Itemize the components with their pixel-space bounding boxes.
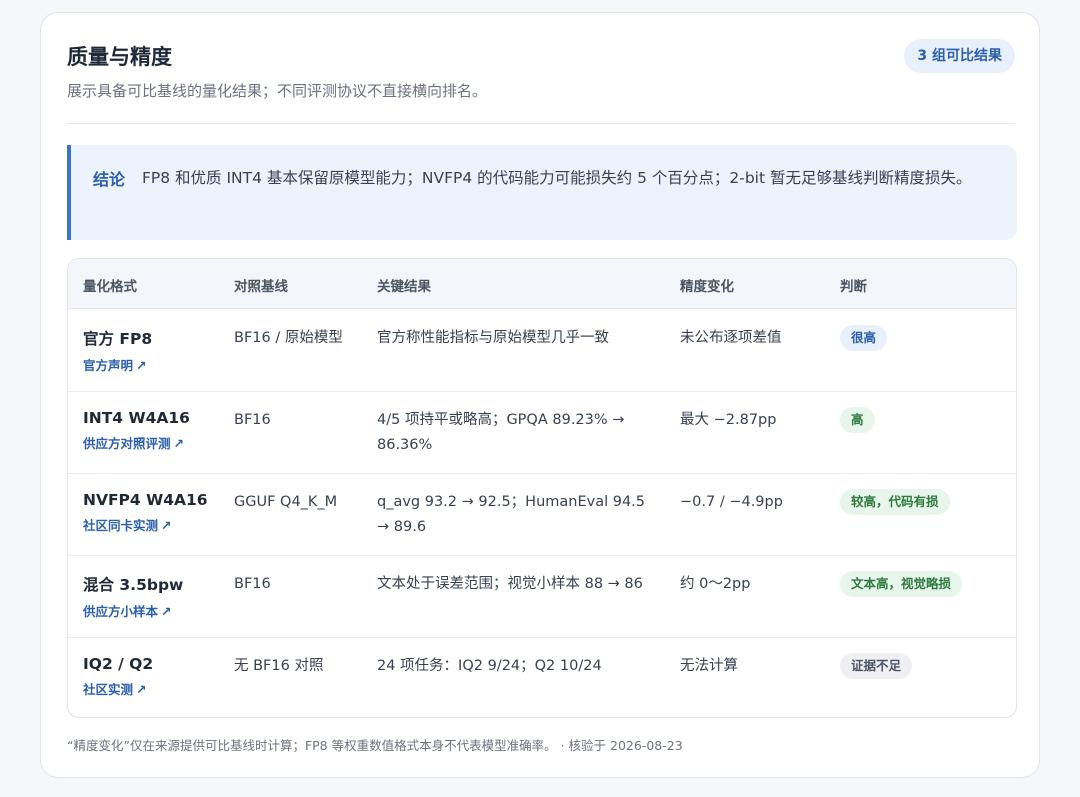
format-name: INT4 W4A16 [83, 409, 190, 427]
result-cell: q_avg 93.2 → 92.5；HumanEval 94.5 → 89.6 [377, 494, 646, 535]
verdict-cell: 高 [840, 407, 875, 433]
verdict-cell: 较高，代码有损 [840, 489, 950, 515]
result-count-badge: 3 组可比结果 [904, 39, 1015, 73]
baseline-cell: BF16 [234, 576, 271, 592]
table-row: NVFP4 W4A16 社区同卡实测 ↗ GGUF Q4_K_M q_avg 93.2 … [68, 473, 1016, 556]
format-cell: INT4 W4A16 供应方对照评测 ↗ [83, 409, 190, 452]
baseline-cell: BF16 / 原始模型 [234, 330, 343, 346]
format-cell: 混合 3.5bpw 供应方小样本 ↗ [83, 573, 183, 620]
source-link-label: 供应方对照评测 [83, 436, 171, 451]
source-link[interactable]: 供应方小样本 ↗ [83, 601, 183, 620]
header-baseline: 对照基线 [234, 279, 288, 295]
verdict-badge: 证据不足 [840, 653, 913, 679]
header-result: 关键结果 [377, 279, 431, 295]
source-link[interactable]: 社区同卡实测 ↗ [83, 515, 208, 534]
source-link[interactable]: 官方声明 ↗ [83, 355, 152, 374]
format-name: 官方 FP8 [83, 330, 153, 348]
table-header: 量化格式 对照基线 关键结果 精度变化 判断 [68, 259, 1016, 309]
table-row: INT4 W4A16 供应方对照评测 ↗ BF16 4/5 项持平或略高；GPQA 89… [68, 391, 1016, 474]
verdict-badge: 高 [840, 407, 875, 433]
source-link-label: 社区同卡实测 [83, 518, 159, 533]
change-cell: 无法计算 [680, 658, 738, 674]
source-link-label: 供应方小样本 [83, 604, 159, 619]
format-cell: 官方 FP8 官方声明 ↗ [83, 327, 152, 374]
change-cell: −0.7 / −4.9pp [680, 494, 783, 510]
change-cell: 未公布逐项差值 [680, 330, 782, 346]
external-link-icon: ↗ [161, 604, 172, 619]
change-cell: 约 0～2pp [680, 576, 751, 592]
format-name: 混合 3.5bpw [83, 576, 184, 594]
result-cell: 24 项任务：IQ2 9/24；Q2 10/24 [377, 658, 602, 674]
verdict-badge: 很高 [840, 325, 888, 351]
conclusion-callout: 结论 FP8 和优质 INT4 基本保留原模型能力；NVFP4 的代码能力可能损… [67, 145, 1017, 240]
footnote: “精度变化”仅在来源提供可比基线时计算；FP8 等权重数值格式本身不代表模型准确… [67, 738, 683, 753]
header-verdict: 判断 [840, 279, 867, 295]
table-row: IQ2 / Q2 社区实测 ↗ 无 BF16 对照 24 项任务：IQ2 9/24；Q2… [68, 637, 1016, 717]
result-cell: 4/5 项持平或略高；GPQA 89.23% → 86.36% [377, 412, 625, 453]
verdict-cell: 文本高，视觉略损 [840, 571, 963, 597]
external-link-icon: ↗ [161, 518, 172, 533]
source-link[interactable]: 供应方对照评测 ↗ [83, 433, 190, 452]
baseline-cell: BF16 [234, 412, 271, 428]
format-name: NVFP4 W4A16 [83, 491, 208, 509]
external-link-icon: ↗ [136, 358, 147, 373]
external-link-icon: ↗ [136, 682, 147, 697]
header-format: 量化格式 [83, 279, 137, 295]
table-row: 混合 3.5bpw 供应方小样本 ↗ BF16 文本处于误差范围；视觉小样本 88 → … [68, 555, 1016, 638]
table-row: 官方 FP8 官方声明 ↗ BF16 / 原始模型 官方称性能指标与原始模型几乎一致 未公… [68, 309, 1016, 392]
conclusion-label: 结论 [93, 170, 126, 189]
conclusion-text: FP8 和优质 INT4 基本保留原模型能力；NVFP4 的代码能力可能损失约 … [142, 169, 972, 187]
card-subtitle: 展示具备可比基线的量化结果；不同评测协议不直接横向排名。 [67, 82, 488, 100]
card-title: 质量与精度 [67, 45, 172, 69]
header-divider [67, 123, 1015, 124]
results-table: 量化格式 对照基线 关键结果 精度变化 判断 官方 FP8 官方声明 ↗ BF16 /… [67, 258, 1017, 718]
source-link-label: 社区实测 [83, 682, 134, 697]
verdict-cell: 很高 [840, 325, 888, 351]
source-link-label: 官方声明 [83, 358, 134, 373]
source-link[interactable]: 社区实测 ↗ [83, 679, 153, 698]
change-cell: 最大 −2.87pp [680, 412, 777, 428]
format-cell: NVFP4 W4A16 社区同卡实测 ↗ [83, 491, 208, 534]
verdict-cell: 证据不足 [840, 653, 913, 679]
baseline-cell: GGUF Q4_K_M [234, 494, 338, 510]
quality-precision-card: 质量与精度 展示具备可比基线的量化结果；不同评测协议不直接横向排名。 3 组可比… [40, 12, 1040, 778]
result-cell: 官方称性能指标与原始模型几乎一致 [377, 330, 609, 346]
format-cell: IQ2 / Q2 社区实测 ↗ [83, 655, 153, 698]
header-change: 精度变化 [680, 279, 734, 295]
verdict-badge: 较高，代码有损 [840, 489, 950, 515]
external-link-icon: ↗ [173, 436, 184, 451]
baseline-cell: 无 BF16 对照 [234, 658, 324, 674]
format-name: IQ2 / Q2 [83, 655, 154, 673]
verdict-badge: 文本高，视觉略损 [840, 571, 963, 597]
result-cell: 文本处于误差范围；视觉小样本 88 → 86 [377, 576, 643, 592]
